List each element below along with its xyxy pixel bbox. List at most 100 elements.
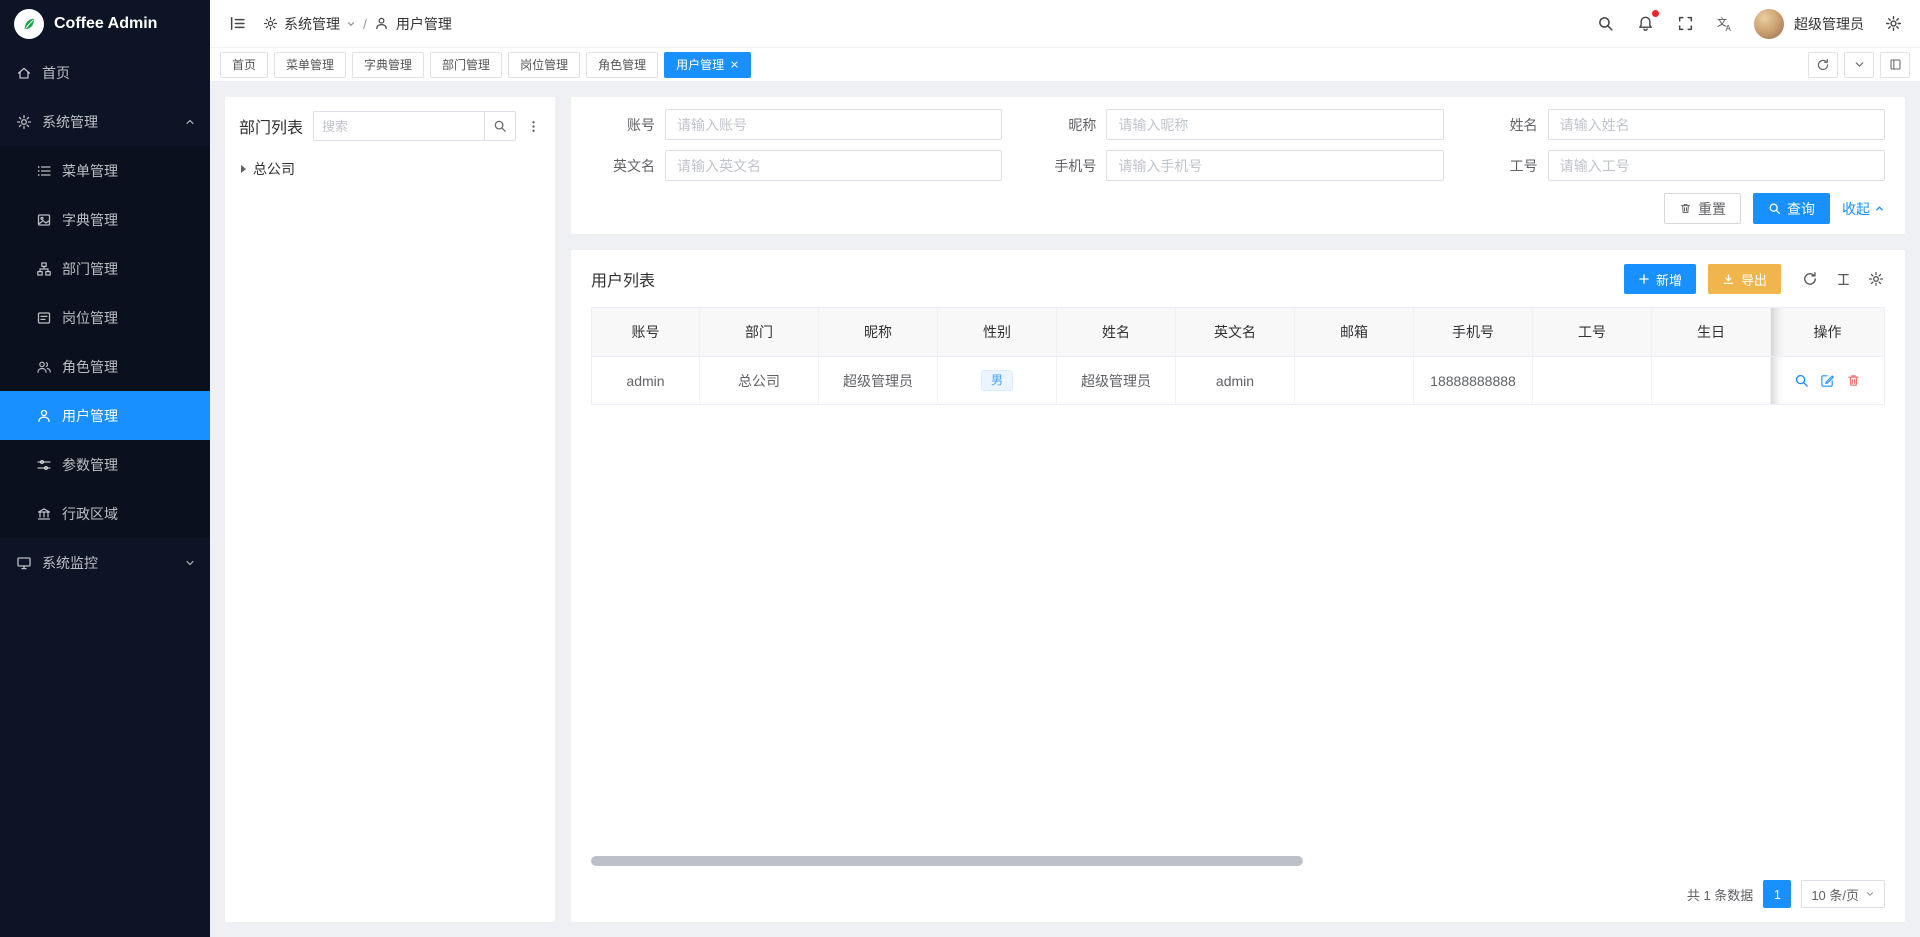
column-header-department[interactable]: 部门: [700, 308, 819, 357]
breadcrumb-item-user[interactable]: 用户管理: [374, 14, 452, 34]
department-search-button[interactable]: [484, 111, 516, 141]
sidebar-item-label: 字典管理: [62, 210, 118, 230]
column-header-email[interactable]: 邮箱: [1295, 308, 1414, 357]
settings-gear-icon[interactable]: [1882, 13, 1904, 35]
content-fullscreen-icon[interactable]: [1880, 52, 1910, 78]
page-number-button[interactable]: 1: [1763, 880, 1791, 908]
cell-english-name: admin: [1176, 357, 1295, 405]
table-tool-icons: [1801, 270, 1885, 288]
reset-button[interactable]: 重置: [1664, 193, 1741, 224]
sidebar: Coffee Admin 首页 系统管理: [0, 0, 210, 937]
cell-email: [1295, 357, 1414, 405]
chevron-up-icon: [1874, 203, 1885, 214]
sidebar-item-role-management[interactable]: 角色管理: [0, 342, 210, 391]
name-field: 姓名: [1474, 109, 1885, 140]
column-header-operations: 操作: [1771, 308, 1884, 357]
cell-work-no: [1533, 357, 1652, 405]
department-panel-title: 部门列表: [239, 114, 303, 138]
row-edit-button[interactable]: [1820, 373, 1835, 388]
add-button-label: 新增: [1656, 270, 1682, 289]
breadcrumb-item-system[interactable]: 系统管理: [262, 14, 356, 34]
caret-right-icon[interactable]: [241, 165, 246, 173]
column-header-name[interactable]: 姓名: [1057, 308, 1176, 357]
table-row[interactable]: admin 总公司 超级管理员 男 超级管理员 admin 1888888888…: [592, 357, 1884, 405]
tab-user-management[interactable]: 用户管理: [664, 52, 751, 78]
phone-input[interactable]: [1106, 150, 1443, 181]
tab-role-management[interactable]: 角色管理: [586, 52, 658, 78]
query-button[interactable]: 查询: [1753, 193, 1830, 224]
sidebar-item-home[interactable]: 首页: [0, 48, 210, 97]
collapse-filter-link[interactable]: 收起: [1842, 199, 1885, 219]
department-search-input[interactable]: [313, 111, 484, 141]
department-panel: 部门列表 总公司: [225, 97, 555, 922]
account-label: 账号: [591, 115, 665, 135]
english-name-field: 英文名: [591, 150, 1002, 181]
export-button[interactable]: 导出: [1708, 264, 1781, 294]
current-user-name[interactable]: 超级管理员: [1794, 14, 1864, 34]
add-user-button[interactable]: 新增: [1624, 264, 1696, 294]
column-header-work-no[interactable]: 工号: [1533, 308, 1652, 357]
column-header-nickname[interactable]: 昵称: [819, 308, 938, 357]
sidebar-group-system-monitor[interactable]: 系统监控: [0, 538, 210, 587]
row-height-icon[interactable]: [1834, 270, 1852, 288]
page-size-select[interactable]: 10 条/页: [1801, 880, 1885, 908]
tab-dept-management[interactable]: 部门管理: [430, 52, 502, 78]
work-no-field: 工号: [1474, 150, 1885, 181]
filter-form: 账号 昵称 姓名 英文名: [591, 109, 1885, 181]
table-header-row: 账号 部门 昵称 性别 姓名 英文名 邮箱 手机号 工号 生日 操作: [592, 308, 1884, 357]
tab-post-management[interactable]: 岗位管理: [508, 52, 580, 78]
avatar[interactable]: [1754, 9, 1784, 39]
tab-label: 字典管理: [364, 56, 412, 73]
phone-label: 手机号: [1032, 156, 1106, 176]
column-header-english-name[interactable]: 英文名: [1176, 308, 1295, 357]
tree-node-head-office[interactable]: 总公司: [239, 153, 541, 185]
home-icon: [16, 65, 32, 81]
english-name-input[interactable]: [665, 150, 1002, 181]
sidebar-item-post-management[interactable]: 岗位管理: [0, 293, 210, 342]
sidebar-item-dict-management[interactable]: 字典管理: [0, 195, 210, 244]
column-header-gender[interactable]: 性别: [938, 308, 1057, 357]
sidebar-item-region-management[interactable]: 行政区域: [0, 489, 210, 538]
column-header-account[interactable]: 账号: [592, 308, 700, 357]
tab-dropdown-chevron-icon[interactable]: [1844, 52, 1874, 78]
column-settings-gear-icon[interactable]: [1867, 270, 1885, 288]
refresh-icon[interactable]: [1801, 270, 1819, 288]
sidebar-item-param-management[interactable]: 参数管理: [0, 440, 210, 489]
fullscreen-icon[interactable]: [1674, 13, 1696, 35]
notification-bell-icon[interactable]: [1634, 13, 1656, 35]
tab-home[interactable]: 首页: [220, 52, 268, 78]
search-icon[interactable]: [1594, 13, 1616, 35]
tab-close-icon[interactable]: [730, 60, 739, 69]
column-header-birthday[interactable]: 生日: [1652, 308, 1771, 357]
work-no-label: 工号: [1474, 156, 1548, 176]
sidebar-collapse-icon[interactable]: [226, 13, 248, 35]
coffee-logo-icon: [14, 9, 44, 39]
name-label: 姓名: [1474, 115, 1548, 135]
tab-refresh-icon[interactable]: [1808, 52, 1838, 78]
user-list-header: 用户列表 新增: [591, 264, 1885, 294]
row-delete-button[interactable]: [1846, 373, 1861, 388]
header-actions: 文A 超级管理员: [1594, 9, 1904, 39]
work-no-input[interactable]: [1548, 150, 1885, 181]
user-icon: [374, 16, 390, 32]
more-vertical-icon[interactable]: [526, 119, 541, 134]
account-input[interactable]: [665, 109, 1002, 140]
column-header-phone[interactable]: 手机号: [1414, 308, 1533, 357]
search-icon: [1768, 202, 1781, 215]
nickname-input[interactable]: [1106, 109, 1443, 140]
app-logo[interactable]: Coffee Admin: [0, 0, 210, 48]
menu-list-icon: [36, 163, 52, 179]
horizontal-scrollbar[interactable]: [591, 856, 1303, 866]
chevron-down-icon: [184, 557, 196, 569]
sidebar-group-system-management[interactable]: 系统管理: [0, 97, 210, 146]
sidebar-item-user-management[interactable]: 用户管理: [0, 391, 210, 440]
translate-icon[interactable]: 文A: [1714, 13, 1736, 35]
top-header: 系统管理 / 用户管理: [210, 0, 1920, 48]
row-view-button[interactable]: [1794, 373, 1809, 388]
tab-menu-management[interactable]: 菜单管理: [274, 52, 346, 78]
sidebar-item-menu-management[interactable]: 菜单管理: [0, 146, 210, 195]
name-input[interactable]: [1548, 109, 1885, 140]
sidebar-item-dept-management[interactable]: 部门管理: [0, 244, 210, 293]
download-icon: [1722, 273, 1735, 286]
tab-dict-management[interactable]: 字典管理: [352, 52, 424, 78]
